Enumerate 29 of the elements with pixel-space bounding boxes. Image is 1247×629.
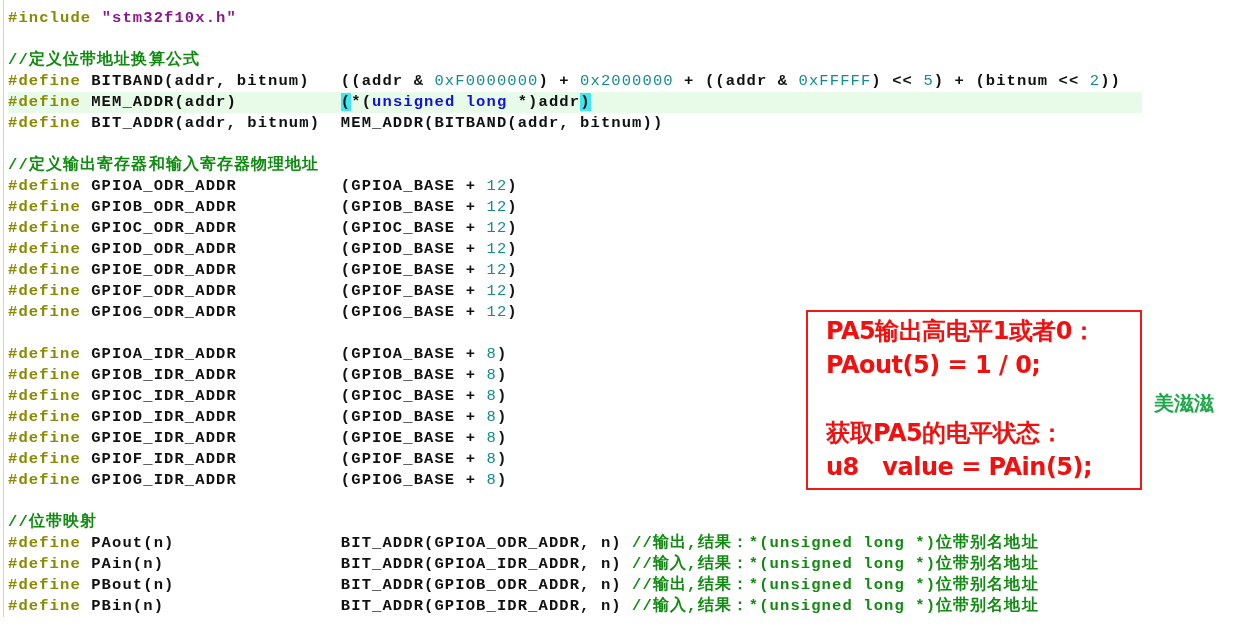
code-line: //定义输出寄存器和输入寄存器物理地址: [8, 155, 320, 176]
code-line: #define GPIOD_IDR_ADDR (GPIOD_BASE + 8): [8, 407, 508, 428]
annotation-text: 获取PA5的电平状态：: [826, 418, 1065, 449]
code-line: #define GPIOC_ODR_ADDR (GPIOC_BASE + 12): [8, 218, 518, 239]
annotation-text: u8 value = PAin(5);: [826, 452, 1094, 483]
code-line: #define GPIOG_ODR_ADDR (GPIOG_BASE + 12): [8, 302, 518, 323]
code-line: //定义位带地址换算公式: [8, 50, 200, 71]
code-line: #define PAout(n) BIT_ADDR(GPIOA_ODR_ADDR, n) //输出,结果：*(unsigned long *)位带别名地址: [8, 533, 1039, 554]
code-line: #define GPIOF_ODR_ADDR (GPIOF_BASE + 12): [8, 281, 518, 302]
code-line: #define GPIOE_IDR_ADDR (GPIOE_BASE + 8): [8, 428, 508, 449]
code-line: #define GPIOD_ODR_ADDR (GPIOD_BASE + 12): [8, 239, 518, 260]
code-line: #define GPIOC_IDR_ADDR (GPIOC_BASE + 8): [8, 386, 508, 407]
code-line: #define PBin(n) BIT_ADDR(GPIOB_IDR_ADDR, n) //输入,结果：*(unsigned long *)位带别名地址: [8, 596, 1039, 617]
side-label: 美滋滋: [1154, 390, 1214, 417]
code-line: #define GPIOF_IDR_ADDR (GPIOF_BASE + 8): [8, 449, 508, 470]
code-line: #define BITBAND(addr, bitnum) ((addr & 0xF0000000) + 0x2000000 + ((addr & 0xFFFFF) << 5) + (bitnum << 2)): [8, 71, 1122, 92]
annotation-text: PA5输出高电平1或者0：: [826, 316, 1097, 347]
code-line: #include "stm32f10x.h": [8, 8, 237, 29]
code-line: #define GPIOE_ODR_ADDR (GPIOE_BASE + 12): [8, 260, 518, 281]
code-line: #define BIT_ADDR(addr, bitnum) MEM_ADDR(BITBAND(addr, bitnum)): [8, 113, 664, 134]
annotation-text: PAout(5) = 1 / 0;: [826, 350, 1042, 381]
code-line: #define GPIOA_IDR_ADDR (GPIOA_BASE + 8): [8, 344, 508, 365]
code-line: #define PBout(n) BIT_ADDR(GPIOB_ODR_ADDR, n) //输出,结果：*(unsigned long *)位带别名地址: [8, 575, 1039, 596]
code-line: #define GPIOB_IDR_ADDR (GPIOB_BASE + 8): [8, 365, 508, 386]
code-line: //位带映射: [8, 512, 98, 533]
code-line: #define GPIOG_IDR_ADDR (GPIOG_BASE + 8): [8, 470, 508, 491]
code-line: #define GPIOB_ODR_ADDR (GPIOB_BASE + 12): [8, 197, 518, 218]
code-line: #define PAin(n) BIT_ADDR(GPIOA_IDR_ADDR, n) //输入,结果：*(unsigned long *)位带别名地址: [8, 554, 1039, 575]
code-line: #define GPIOA_ODR_ADDR (GPIOA_BASE + 12): [8, 176, 518, 197]
